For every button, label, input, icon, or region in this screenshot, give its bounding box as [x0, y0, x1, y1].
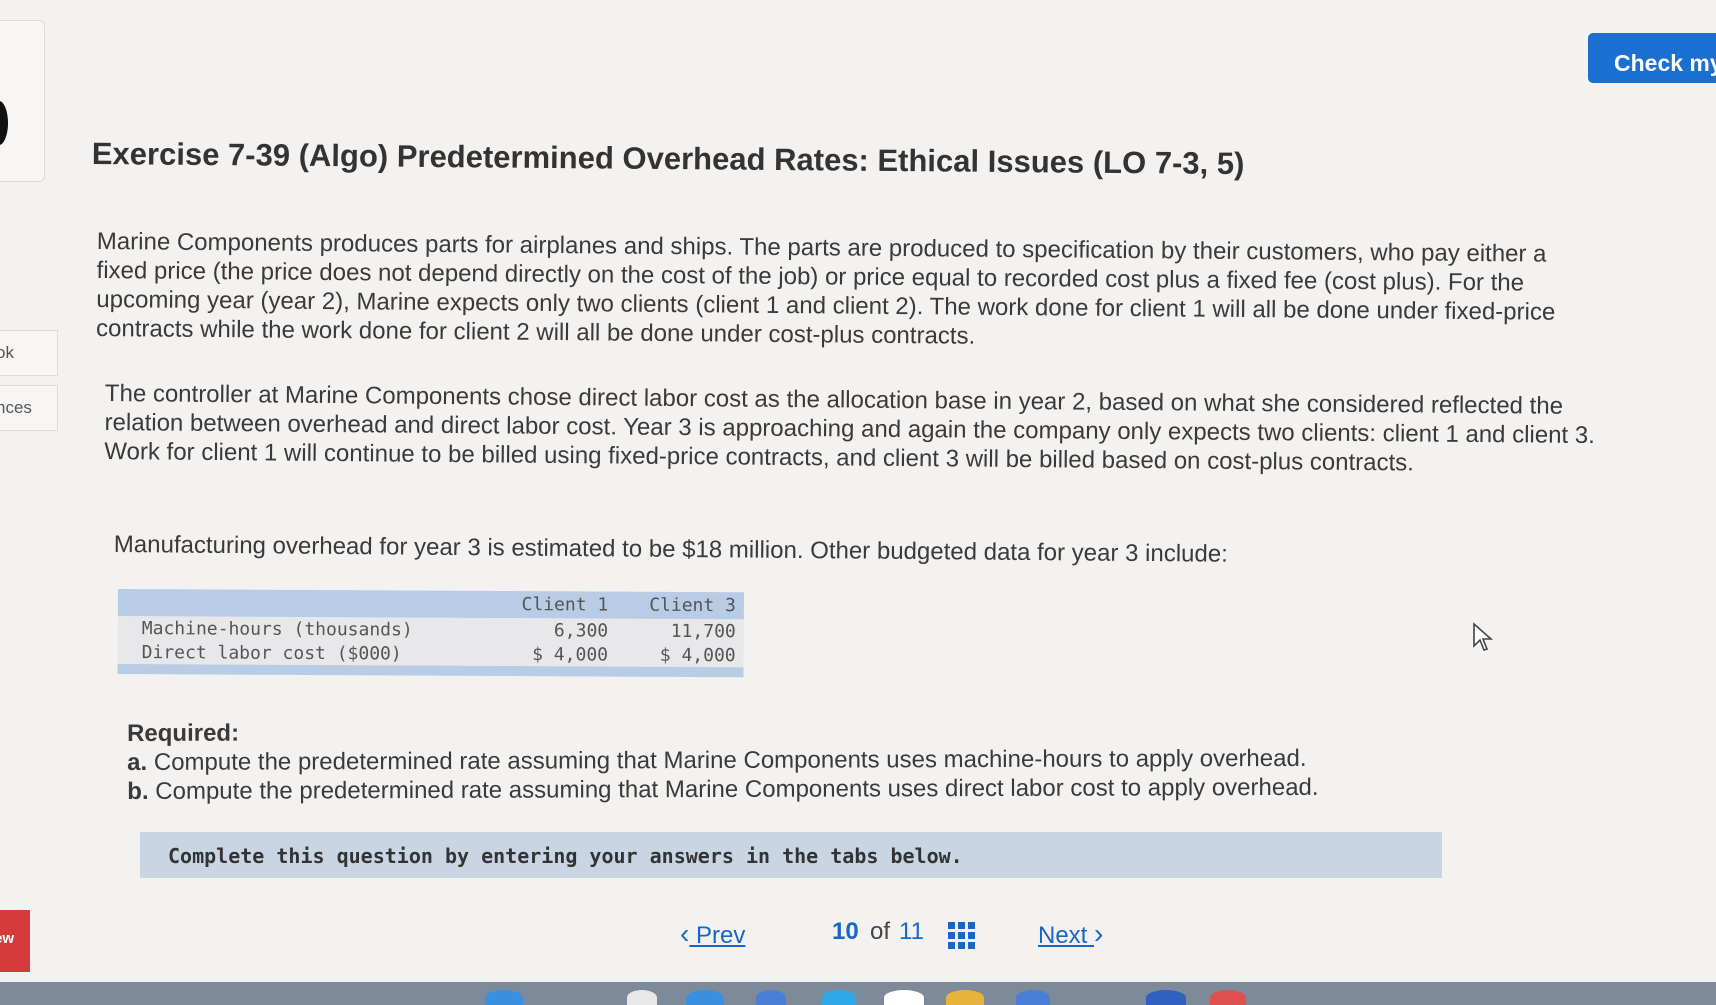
page-of-label: of — [870, 918, 891, 945]
item-letter: a. — [127, 748, 148, 776]
grid-icon[interactable] — [948, 922, 975, 949]
left-rail — [0, 20, 45, 182]
next-label: Next — [1038, 922, 1088, 949]
row-label: Direct labor cost ($000) — [141, 641, 402, 664]
table-row: Machine-hours (thousands) 6,300 11,700 — [118, 616, 744, 643]
chevron-left-icon: ‹ — [680, 918, 690, 949]
taskbar-app-icon[interactable] — [1210, 990, 1246, 1005]
taskbar-app-icon[interactable] — [686, 990, 724, 1005]
required-heading: Required: — [127, 719, 240, 747]
budget-table: Client 1 Client 3 Machine-hours (thousan… — [117, 589, 744, 678]
side-tab-label: ok — [0, 343, 14, 362]
taskbar-app-icon[interactable] — [946, 990, 984, 1005]
table-header-client-3: Client 3 — [616, 591, 744, 620]
cell-client-1: $ 4,000 — [532, 643, 609, 666]
taskbar-app-icon[interactable] — [1146, 990, 1186, 1005]
cell-client-3: 11,700 — [670, 620, 736, 642]
chevron-right-icon: › — [1094, 918, 1104, 949]
side-badge-label: ew — [0, 930, 15, 947]
table-header-row: Client 1 Client 3 — [117, 589, 744, 620]
table-row: Direct labor cost ($000) $ 4,000 $ 4,000 — [118, 640, 744, 667]
taskbar-app-icon[interactable] — [884, 990, 924, 1005]
side-tab-references[interactable]: nces — [0, 385, 58, 431]
intro-paragraph: Marine Components produces parts for air… — [95, 227, 1556, 350]
overhead-paragraph: Manufacturing overhead for year 3 is est… — [113, 530, 1228, 568]
controller-paragraph: The controller at Marine Components chos… — [104, 379, 1595, 477]
table-footer-bar — [117, 663, 744, 678]
taskbar-app-icon[interactable] — [485, 990, 523, 1005]
required-section: Required: a. Compute the predetermined r… — [127, 714, 1427, 806]
rail-indicator — [0, 101, 8, 145]
side-tab-label: nces — [0, 398, 32, 417]
prev-button[interactable]: ‹ Prev — [680, 918, 745, 950]
table-header-client-1: Client 1 — [498, 590, 617, 619]
taskbar-app-icon[interactable] — [627, 990, 657, 1005]
prev-label: Prev — [696, 922, 746, 949]
taskbar-app-icon[interactable] — [1016, 990, 1050, 1005]
side-badge[interactable]: ew — [0, 910, 30, 972]
current-page: 10 — [832, 918, 859, 945]
taskbar-app-icon[interactable] — [822, 990, 856, 1005]
item-letter: b. — [127, 777, 149, 805]
total-pages: 11 — [899, 918, 924, 945]
cell-client-3: $ 4,000 — [659, 644, 736, 666]
next-button[interactable]: Next › — [1038, 918, 1103, 950]
item-text: Compute the predetermined rate assuming … — [155, 773, 1319, 805]
item-text: Compute the predetermined rate assuming … — [153, 744, 1307, 776]
taskbar — [0, 982, 1716, 1005]
check-my-work-button[interactable]: Check my — [1588, 33, 1716, 83]
cell-client-1: 6,300 — [553, 619, 609, 642]
required-item-a: a. Compute the predetermined rate assumi… — [127, 743, 1427, 777]
required-item-b: b. Compute the predetermined rate assumi… — [127, 772, 1427, 806]
row-label: Machine-hours (thousands) — [141, 617, 413, 641]
exercise-title: Exercise 7-39 (Algo) Predetermined Overh… — [91, 136, 1245, 182]
taskbar-app-icon[interactable] — [756, 990, 786, 1005]
mouse-cursor-icon — [1473, 622, 1494, 651]
table-header-blank — [117, 589, 499, 618]
instructions-banner: Complete this question by entering your … — [140, 832, 1442, 878]
side-tab-ebook[interactable]: ok — [0, 330, 58, 376]
